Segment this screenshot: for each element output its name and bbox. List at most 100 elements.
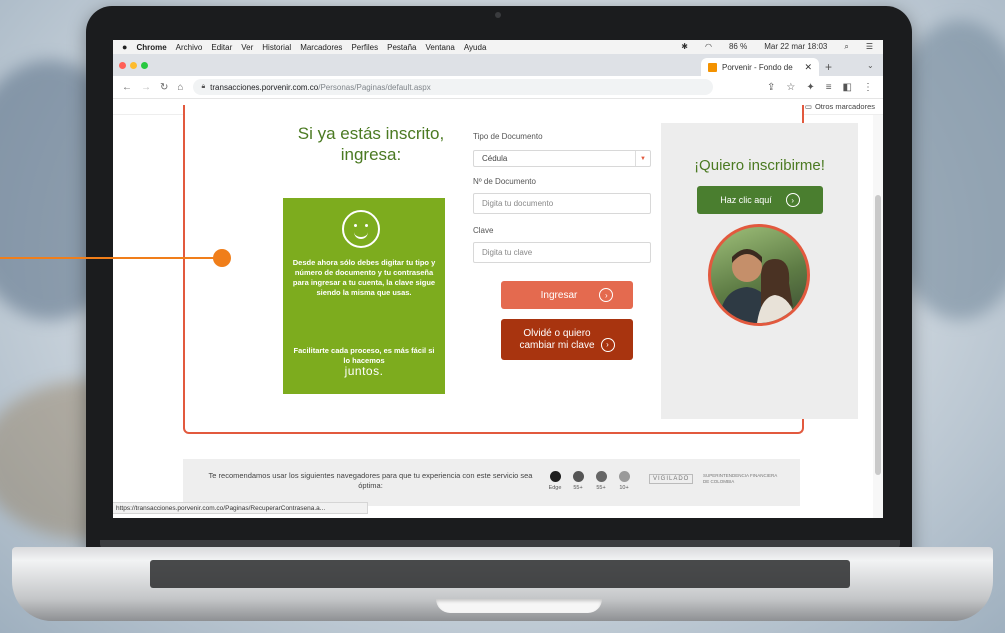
- close-tab-icon[interactable]: ✕: [804, 62, 812, 73]
- more-menu-icon[interactable]: ⋮: [863, 82, 873, 93]
- laptop-keyboard: [150, 560, 850, 588]
- browser-tab-bar: Porvenir - Fondo de ✕ + ⌄: [113, 54, 883, 76]
- signup-panel: ¡Quiero inscribirme! Haz clic aquí ›: [661, 123, 858, 419]
- forward-arrow-icon[interactable]: →: [141, 82, 151, 93]
- bluetooth-icon[interactable]: ✱: [681, 42, 688, 52]
- side-panel-icon[interactable]: ◧: [843, 82, 852, 93]
- info-text: Desde ahora sólo debes digitar tu tipo y…: [292, 258, 436, 297]
- safari-icon: [618, 471, 630, 482]
- url-host: transacciones.porvenir.com.co: [210, 82, 319, 92]
- chevron-down-icon[interactable]: ▼: [635, 151, 650, 166]
- browser-edge: Edge: [545, 471, 565, 491]
- doc-number-input[interactable]: Digita tu documento: [473, 193, 651, 214]
- login-title-line1: Si ya estás inscrito,: [297, 124, 445, 143]
- doc-number-label: Nº de Documento: [473, 177, 536, 186]
- tab-porvenir[interactable]: Porvenir - Fondo de ✕: [701, 58, 819, 76]
- vigilado-badge: VIGILADO: [649, 474, 694, 484]
- search-icon[interactable]: ⌕: [844, 42, 848, 52]
- menu-item-historial[interactable]: Historial: [262, 43, 291, 52]
- share-icon[interactable]: ⇪: [767, 82, 775, 93]
- password-label: Clave: [473, 226, 494, 235]
- doc-type-select[interactable]: Cédula ▼: [473, 150, 651, 167]
- callout-dot: [213, 249, 231, 267]
- lock-icon[interactable]: 🔒︎: [201, 83, 205, 91]
- browser-recommendation: Te recomendamos usar los siguientes nave…: [208, 471, 533, 490]
- menu-item-editar[interactable]: Editar: [211, 43, 232, 52]
- doc-type-label: Tipo de Documento: [473, 132, 543, 141]
- menu-item-marcadores[interactable]: Marcadores: [300, 43, 342, 52]
- reload-icon[interactable]: ↻: [160, 82, 168, 93]
- password-input[interactable]: Digita tu clave: [473, 242, 651, 263]
- toolbar-icons: ⇪ ☆ ✦ ≡ ◧ ⋮: [767, 82, 883, 93]
- forgot-line2: cambiar mi clave: [519, 339, 595, 351]
- web-page: Si ya estás inscrito, ingresa: Desde aho…: [113, 105, 873, 518]
- extensions-icon[interactable]: ✦: [806, 82, 814, 93]
- laptop-camera: [495, 12, 501, 18]
- page-scrollbar[interactable]: [873, 115, 883, 518]
- browser-safari: 10+: [614, 471, 634, 491]
- login-title-line2: ingresa:: [340, 145, 402, 164]
- supervisor-name: SUPERINTENDENCIA FINANCIERA DE COLOMBIA: [703, 473, 778, 484]
- maximize-window-button[interactable]: [141, 62, 148, 69]
- menu-item-perfiles[interactable]: Perfiles: [351, 43, 378, 52]
- chrome-icon: [572, 471, 584, 482]
- callout-line: [0, 257, 222, 259]
- menu-bar-status: ✱ ◠ 86 % Mar 22 mar 18:03 ⌕ ☰: [672, 42, 883, 52]
- new-tab-button[interactable]: +: [825, 60, 832, 74]
- firefox-icon: [595, 471, 607, 482]
- control-center-icon[interactable]: ☰: [866, 42, 873, 52]
- apple-icon[interactable]: ●: [122, 42, 127, 52]
- browser-chrome: 55+: [568, 471, 588, 491]
- folder-icon: ▭: [804, 102, 812, 111]
- signup-title: ¡Quiero inscribirme!: [694, 157, 825, 174]
- menu-item-ventana[interactable]: Ventana: [425, 43, 454, 52]
- menu-item-archivo[interactable]: Archivo: [176, 43, 203, 52]
- laptop-screen: ● Chrome Archivo Editar Ver Historial Ma…: [113, 40, 883, 518]
- edge-icon: [549, 471, 561, 482]
- login-title: Si ya estás inscrito, ingresa:: [277, 123, 465, 165]
- link-status-bar: https://transacciones.porvenir.com.co/Pa…: [113, 502, 368, 514]
- reading-list-icon[interactable]: ≡: [826, 82, 832, 93]
- url-path: /Personas/Paginas/default.aspx: [318, 82, 431, 92]
- forgot-password-label: Olvidé o quiero cambiar mi clave: [519, 328, 594, 352]
- home-icon[interactable]: ⌂: [177, 82, 183, 93]
- chevron-right-icon: ›: [599, 288, 614, 302]
- browser-firefox: 55+: [591, 471, 611, 491]
- laptop-notch: [436, 599, 602, 613]
- menu-item-pestana[interactable]: Pestaña: [387, 43, 416, 52]
- couple-photo: [708, 224, 810, 326]
- login-card: Si ya estás inscrito, ingresa: Desde aho…: [183, 105, 858, 434]
- bookmark-star-icon[interactable]: ☆: [786, 82, 795, 93]
- info-text-closing: Facilitarte cada proceso, es más fácil s…: [291, 346, 437, 378]
- page-footer: Te recomendamos usar los siguientes nave…: [183, 459, 800, 506]
- tab-title: Porvenir - Fondo de: [722, 62, 793, 72]
- other-bookmarks[interactable]: Otros marcadores: [815, 102, 875, 111]
- login-button[interactable]: Ingresar ›: [501, 281, 633, 309]
- info-text-closing-line: Facilitarte cada proceso, es más fácil s…: [293, 346, 435, 365]
- info-box: Desde ahora sólo debes digitar tu tipo y…: [283, 198, 445, 394]
- minimize-window-button[interactable]: [130, 62, 137, 69]
- battery-level[interactable]: 86 %: [729, 42, 747, 52]
- address-bar[interactable]: 🔒︎ transacciones.porvenir.com.co/Persona…: [193, 79, 714, 95]
- info-text-juntos: juntos.: [344, 364, 384, 378]
- menu-item-ver[interactable]: Ver: [241, 43, 253, 52]
- chevron-right-icon: ›: [600, 337, 615, 352]
- menu-item-ayuda[interactable]: Ayuda: [464, 43, 487, 52]
- clock[interactable]: Mar 22 mar 18:03: [764, 42, 827, 52]
- close-window-button[interactable]: [119, 62, 126, 69]
- menu-app-name[interactable]: Chrome: [136, 43, 166, 52]
- smiley-icon: [342, 210, 380, 248]
- browser-toolbar: ← → ↻ ⌂ 🔒︎ transacciones.porvenir.com.co…: [113, 76, 883, 99]
- wifi-icon[interactable]: ◠: [705, 42, 712, 52]
- macos-menu-bar: ● Chrome Archivo Editar Ver Historial Ma…: [113, 40, 883, 54]
- forgot-line1: Olvidé o quiero: [523, 327, 591, 339]
- signup-button-label: Haz clic aquí: [720, 195, 772, 205]
- back-arrow-icon[interactable]: ←: [122, 82, 132, 93]
- doc-type-value: Cédula: [482, 154, 508, 163]
- porvenir-favicon-icon: [708, 62, 717, 72]
- signup-button[interactable]: Haz clic aquí ›: [697, 186, 823, 214]
- scrollbar-thumb[interactable]: [875, 195, 881, 475]
- forgot-password-button[interactable]: Olvidé o quiero cambiar mi clave ›: [501, 319, 633, 360]
- chevron-right-icon: ›: [785, 193, 800, 207]
- tab-search-icon[interactable]: ⌄: [867, 61, 874, 70]
